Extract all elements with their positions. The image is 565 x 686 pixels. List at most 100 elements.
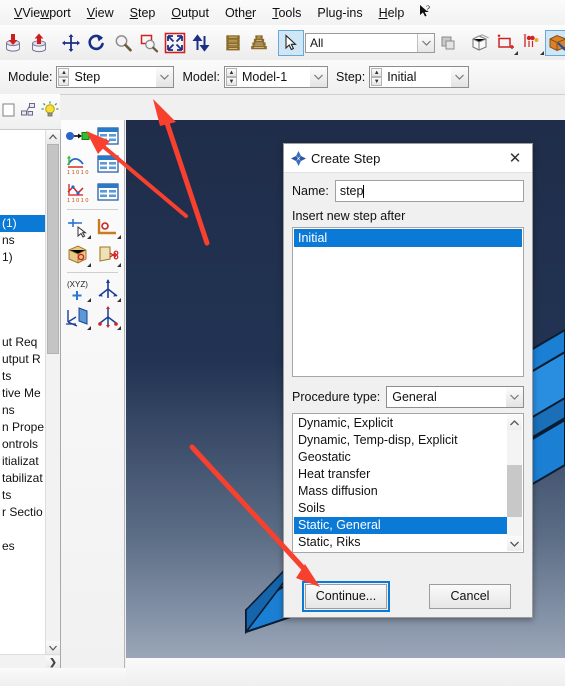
save-database-icon[interactable] xyxy=(0,30,26,56)
menu-item-step[interactable]: Step xyxy=(122,4,164,22)
cycle-views-icon[interactable] xyxy=(188,30,214,56)
create-step-dialog[interactable]: Create Step ✕ Name: step Insert new step… xyxy=(283,143,533,618)
procedure-scroll-down-icon[interactable] xyxy=(507,536,522,551)
scroll-down-icon[interactable] xyxy=(46,641,60,655)
step-combo[interactable]: ▲ ▼ Initial xyxy=(369,66,470,88)
chevron-down-icon[interactable] xyxy=(417,33,434,52)
create-step-icon[interactable] xyxy=(64,123,92,149)
toolbar-group-tools xyxy=(467,25,565,60)
model-tree-vertical-scrollbar[interactable] xyxy=(45,130,60,655)
create-output-request-icon[interactable]: 1 1 0 1 0 xyxy=(64,151,92,177)
chevron-down-icon-module[interactable] xyxy=(156,67,174,87)
open-database-icon[interactable] xyxy=(26,30,52,56)
step-manager-icon[interactable] xyxy=(94,123,122,149)
model-tree-horizontal-scrollbar[interactable]: ❯ xyxy=(0,654,60,669)
instance-icon[interactable] xyxy=(467,30,493,56)
model-tree-scroll-thumb[interactable] xyxy=(47,144,59,354)
selection-filter-combo[interactable]: All xyxy=(305,32,435,53)
insert-after-list[interactable]: Initial xyxy=(292,227,524,377)
procedure-list-scrollbar[interactable] xyxy=(507,415,522,551)
dialog-body: Name: step Insert new step after Initial… xyxy=(284,173,532,553)
toolbox-dropdown-corner-7[interactable] xyxy=(86,326,91,330)
procedure-scroll-thumb[interactable] xyxy=(507,465,522,517)
procedure-type-combo[interactable]: General xyxy=(386,386,524,408)
menu-item-view[interactable]: View xyxy=(79,4,122,22)
menu-item-help[interactable]: Help xyxy=(371,4,413,22)
procedure-options-list[interactable]: Dynamic, Explicit Dynamic, Temp-disp, Exp… xyxy=(292,413,524,553)
menu-item-output[interactable]: Output xyxy=(163,4,217,22)
menu-item-viewport[interactable]: VViewport xyxy=(6,4,79,22)
model-spinner[interactable]: ▲ ▼ xyxy=(226,67,238,87)
toolbox-dropdown-corner-4[interactable] xyxy=(116,263,121,267)
text-caret xyxy=(363,184,365,198)
close-icon[interactable]: ✕ xyxy=(498,145,532,172)
lightbulb-icon[interactable] xyxy=(41,101,59,122)
module-combo[interactable]: ▲ ▼ Step xyxy=(56,66,175,88)
toolbox-separator-2 xyxy=(67,272,118,273)
model-database-icon[interactable] xyxy=(1,102,17,121)
name-input[interactable]: step xyxy=(334,180,524,202)
module-spinner[interactable]: ▲ ▼ xyxy=(58,67,70,87)
create-history-output-icon[interactable]: 1 1 0 1 0 xyxy=(64,179,92,205)
step-label: Step: xyxy=(336,70,366,84)
dropdown-corner-icon[interactable] xyxy=(514,50,518,55)
scroll-up-icon[interactable] xyxy=(46,130,60,144)
procedure-option[interactable]: Static, General xyxy=(294,517,507,534)
tool-group-icon[interactable] xyxy=(435,30,461,56)
continue-button[interactable]: Continue... xyxy=(302,580,390,612)
toolbox-dropdown-corner-5[interactable] xyxy=(86,298,91,302)
procedure-scroll-up-icon[interactable] xyxy=(507,415,522,430)
dropdown-corner-icon-2[interactable] xyxy=(540,50,544,55)
chevron-down-icon-step[interactable] xyxy=(451,67,469,87)
cancel-button[interactable]: Cancel xyxy=(429,583,511,609)
create-datum-plane-icon[interactable] xyxy=(64,305,92,331)
render-wireframe-icon[interactable] xyxy=(246,30,272,56)
create-integrated-output-icon[interactable] xyxy=(64,214,92,240)
scroll-right-icon[interactable]: ❯ xyxy=(46,655,60,669)
create-surface-icon[interactable] xyxy=(519,30,545,56)
procedure-option[interactable]: Geostatic xyxy=(294,449,507,466)
history-output-manager-icon[interactable] xyxy=(94,179,122,205)
procedure-option[interactable]: Soils xyxy=(294,500,507,517)
model-tree-panel[interactable]: (1) ns 1) ut Req utput Rts tive Me ns n Prope on… xyxy=(0,129,61,669)
create-coordinate-system-icon[interactable]: (XYZ) xyxy=(64,277,92,303)
dialog-title-bar[interactable]: Create Step ✕ xyxy=(284,144,532,173)
insert-after-list-item[interactable]: Initial xyxy=(294,229,522,247)
context-help-icon[interactable]: ? xyxy=(412,2,438,23)
menu-item-plugins[interactable]: Plug-ins xyxy=(309,4,370,22)
auto-fit-view-icon[interactable] xyxy=(162,30,188,56)
procedure-option[interactable]: Dynamic, Explicit xyxy=(294,415,507,432)
toolbox-dropdown-corner-2[interactable] xyxy=(116,235,121,239)
menu-item-other[interactable]: Other xyxy=(217,4,264,22)
create-set-icon[interactable] xyxy=(493,30,519,56)
box-zoom-icon[interactable] xyxy=(136,30,162,56)
create-ale-domain-icon[interactable] xyxy=(94,214,122,240)
create-datum-point-icon[interactable] xyxy=(94,305,122,331)
chevron-down-icon-model[interactable] xyxy=(310,67,328,87)
toolbox-dropdown-corner-3[interactable] xyxy=(86,263,91,267)
render-shaded-icon[interactable] xyxy=(220,30,246,56)
cut-section-icon[interactable] xyxy=(94,242,122,268)
toolbox-dropdown-corner-6[interactable] xyxy=(116,298,121,302)
model-combo[interactable]: ▲ ▼ Model-1 xyxy=(224,66,329,88)
menu-item-tools[interactable]: Tools xyxy=(264,4,309,22)
procedure-option[interactable]: Static, Riks xyxy=(294,534,507,551)
toolbox-row-adaptive-mesh xyxy=(61,242,124,268)
toolbox-dropdown-corner-1[interactable] xyxy=(86,235,91,239)
step-spinner[interactable]: ▲ ▼ xyxy=(371,67,383,87)
create-adaptive-mesh-icon[interactable] xyxy=(64,242,92,268)
procedure-option[interactable]: Heat transfer xyxy=(294,466,507,483)
results-tree-icon[interactable] xyxy=(20,102,38,121)
procedure-option[interactable]: Dynamic, Temp-disp, Explicit xyxy=(294,432,507,449)
procedure-options-items: Dynamic, Explicit Dynamic, Temp-disp, Exp… xyxy=(294,415,507,551)
procedure-option[interactable]: Mass diffusion xyxy=(294,483,507,500)
chevron-down-icon-procedure[interactable] xyxy=(506,387,523,407)
selection-arrow-icon[interactable] xyxy=(278,29,304,56)
magnify-view-icon[interactable] xyxy=(110,30,136,56)
query-icon[interactable] xyxy=(545,29,565,56)
create-datum-axis-icon[interactable] xyxy=(94,277,122,303)
field-output-manager-icon[interactable] xyxy=(94,151,122,177)
toolbox-dropdown-corner-8[interactable] xyxy=(116,326,121,330)
pan-view-icon[interactable] xyxy=(58,30,84,56)
rotate-view-icon[interactable] xyxy=(84,30,110,56)
